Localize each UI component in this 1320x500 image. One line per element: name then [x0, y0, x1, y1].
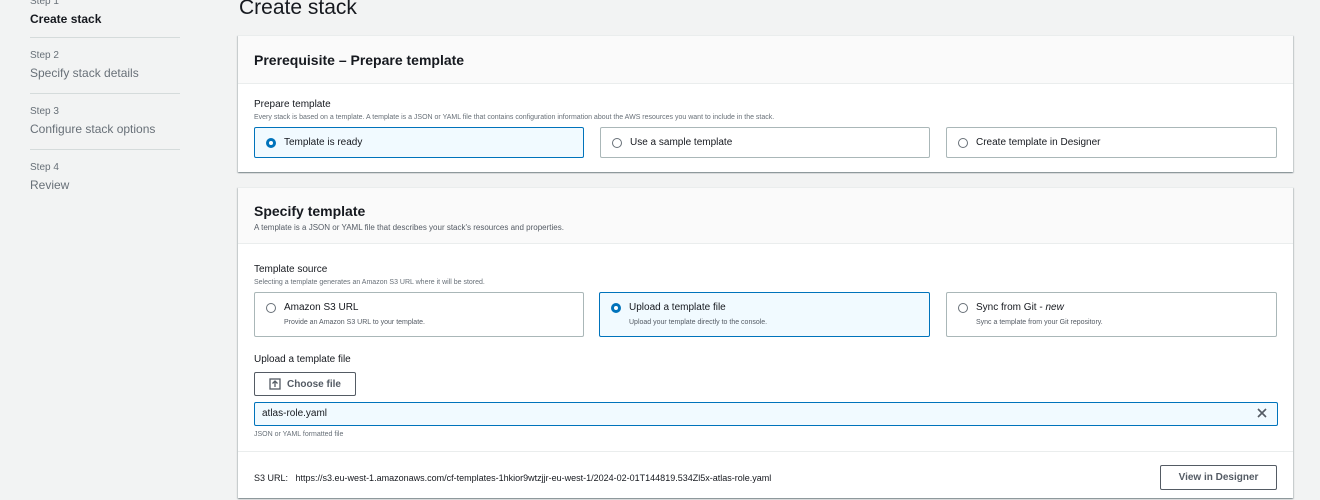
option-template-ready[interactable]: Template is ready: [254, 127, 584, 158]
new-tag: new: [1045, 302, 1064, 313]
option-label: Upload a template file: [629, 302, 726, 313]
option-label: Create template in Designer: [976, 137, 1101, 148]
radio-button[interactable]: [958, 303, 968, 313]
radio-button[interactable]: [958, 138, 968, 148]
option-description: Upload your template directly to the con…: [629, 319, 768, 326]
step-4[interactable]: Step 4 Review: [30, 162, 180, 193]
step-divider: [30, 37, 180, 38]
field-label: Upload a template file: [254, 354, 351, 365]
radio-button[interactable]: [612, 138, 622, 148]
panel-title: Specify template: [254, 203, 366, 219]
option-label-text: Sync from Git -: [976, 302, 1046, 313]
upload-icon: [269, 378, 281, 390]
field-label: Prepare template: [254, 99, 331, 110]
field-description: Every stack is based on a template. A te…: [254, 114, 775, 121]
panel-title: Prerequisite – Prepare template: [254, 52, 465, 68]
choose-file-label: Choose file: [287, 378, 341, 390]
file-name-value: atlas-role.yaml: [262, 408, 328, 419]
specify-template-panel: Specify template A template is a JSON or…: [238, 187, 1293, 498]
view-in-designer-button[interactable]: View in Designer: [1160, 465, 1277, 490]
radio-button[interactable]: [266, 138, 276, 148]
step-number: Step 4: [30, 162, 59, 173]
step-divider: [30, 93, 180, 94]
option-label: Template is ready: [284, 137, 363, 148]
step-divider: [30, 149, 180, 150]
option-sample-template[interactable]: Use a sample template: [600, 127, 930, 158]
step-1[interactable]: Step 1 Create stack: [30, 0, 180, 27]
field-description: Selecting a template generates an Amazon…: [254, 279, 485, 286]
step-name: Specify stack details: [30, 66, 139, 80]
wizard-steps-nav: Step 1 Create stack Step 2 Specify stack…: [0, 0, 200, 500]
divider: [238, 451, 1293, 452]
option-description: Sync a template from your Git repository…: [976, 319, 1103, 326]
file-name-input[interactable]: atlas-role.yaml: [254, 402, 1278, 426]
step-name: Create stack: [30, 12, 102, 26]
panel-header: Prerequisite – Prepare template: [238, 36, 1293, 84]
step-number: Step 1: [30, 0, 59, 7]
option-description: Provide an Amazon S3 URL to your templat…: [284, 319, 425, 326]
page-title: Create stack: [239, 0, 357, 19]
s3-url-label: S3 URL:: [254, 473, 289, 483]
field-label: Template source: [254, 264, 328, 275]
choose-file-button[interactable]: Choose file: [254, 372, 356, 396]
step-3[interactable]: Step 3 Configure stack options: [30, 106, 180, 137]
radio-button[interactable]: [611, 303, 621, 313]
radio-button[interactable]: [266, 303, 276, 313]
source-sync-git[interactable]: Sync from Git - new Sync a template from…: [946, 292, 1277, 337]
option-label: Amazon S3 URL: [284, 302, 359, 313]
step-number: Step 2: [30, 50, 59, 61]
step-name: Review: [30, 178, 70, 192]
s3-url-row: S3 URL: https://s3.eu-west-1.amazonaws.c…: [254, 473, 771, 483]
option-label: Sync from Git - new: [976, 302, 1064, 313]
step-2[interactable]: Step 2 Specify stack details: [30, 50, 180, 81]
s3-url-value: https://s3.eu-west-1.amazonaws.com/cf-te…: [295, 473, 772, 483]
source-upload-file[interactable]: Upload a template file Upload your templ…: [599, 292, 930, 337]
close-icon[interactable]: [1255, 406, 1269, 420]
source-s3-url[interactable]: Amazon S3 URL Provide an Amazon S3 URL t…: [254, 292, 584, 337]
prerequisite-panel: Prerequisite – Prepare template Prepare …: [238, 35, 1293, 172]
step-number: Step 3: [30, 106, 59, 117]
option-label: Use a sample template: [630, 137, 733, 148]
step-name: Configure stack options: [30, 122, 156, 136]
view-in-designer-label: View in Designer: [1178, 472, 1259, 483]
panel-subtitle: A template is a JSON or YAML file that d…: [254, 223, 564, 232]
file-hint: JSON or YAML formatted file: [254, 431, 344, 438]
option-designer-template[interactable]: Create template in Designer: [946, 127, 1277, 158]
panel-header: Specify template A template is a JSON or…: [238, 188, 1293, 244]
